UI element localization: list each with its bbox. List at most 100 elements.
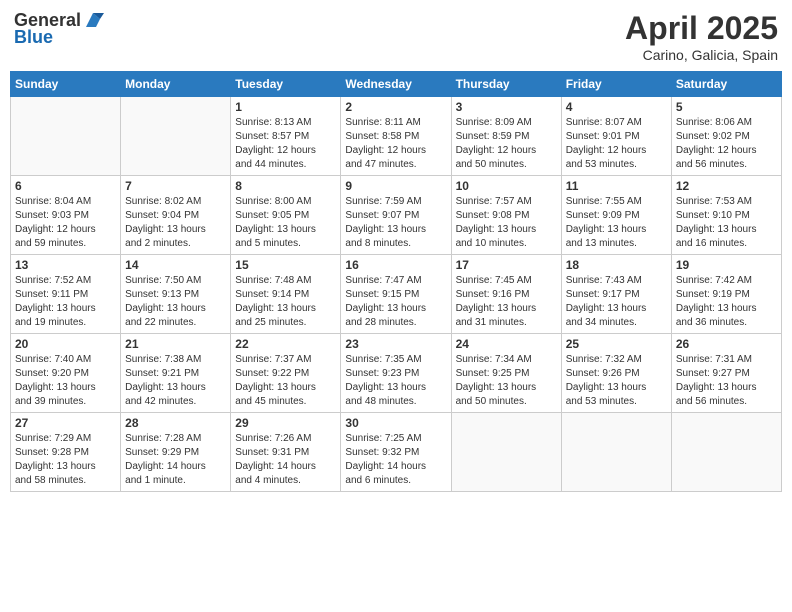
cell-text: Sunrise: 7:28 AM Sunset: 9:29 PM Dayligh… (125, 432, 226, 488)
day-number: 17 (456, 258, 557, 272)
month-year: April 2025 (625, 10, 778, 47)
weekday-header-monday: Monday (121, 72, 231, 97)
day-number: 9 (345, 179, 446, 193)
day-number: 2 (345, 100, 446, 114)
cell-text: Sunrise: 8:04 AM Sunset: 9:03 PM Dayligh… (15, 195, 116, 251)
cell-text: Sunrise: 7:29 AM Sunset: 9:28 PM Dayligh… (15, 432, 116, 488)
day-number: 22 (235, 337, 336, 351)
calendar-cell: 18Sunrise: 7:43 AM Sunset: 9:17 PM Dayli… (561, 255, 671, 334)
day-number: 23 (345, 337, 446, 351)
day-number: 6 (15, 179, 116, 193)
calendar-cell: 21Sunrise: 7:38 AM Sunset: 9:21 PM Dayli… (121, 334, 231, 413)
day-number: 11 (566, 179, 667, 193)
location: Carino, Galicia, Spain (625, 47, 778, 63)
day-number: 12 (676, 179, 777, 193)
calendar-cell: 2 Sunrise: 8:11 AM Sunset: 8:58 PM Daylig… (341, 97, 451, 176)
cell-text: Sunrise: 7:47 AM Sunset: 9:15 PM Dayligh… (345, 274, 446, 330)
title-block: April 2025 Carino, Galicia, Spain (625, 10, 778, 63)
logo: General Blue (14, 10, 104, 48)
day-number: 30 (345, 416, 446, 430)
day-number: 14 (125, 258, 226, 272)
day-number: 7 (125, 179, 226, 193)
cell-text: Sunrise: 7:53 AM Sunset: 9:10 PM Dayligh… (676, 195, 777, 251)
day-number: 27 (15, 416, 116, 430)
day-number: 4 (566, 100, 667, 114)
calendar-cell: 22Sunrise: 7:37 AM Sunset: 9:22 PM Dayli… (231, 334, 341, 413)
cell-text: Sunrise: 7:42 AM Sunset: 9:19 PM Dayligh… (676, 274, 777, 330)
calendar-cell: 20 Sunrise: 7:40 AM Sunset: 9:20 PM Dayli… (11, 334, 121, 413)
calendar-cell: 11 Sunrise: 7:55 AM Sunset: 9:09 PM Dayli… (561, 176, 671, 255)
day-number: 16 (345, 258, 446, 272)
cell-text: Sunrise: 7:55 AM Sunset: 9:09 PM Dayligh… (566, 195, 667, 251)
cell-text: Sunrise: 8:00 AM Sunset: 9:05 PM Dayligh… (235, 195, 336, 251)
weekday-header-thursday: Thursday (451, 72, 561, 97)
cell-text: Sunrise: 7:52 AM Sunset: 9:11 PM Dayligh… (15, 274, 116, 330)
cell-text: Sunrise: 8:02 AM Sunset: 9:04 PM Dayligh… (125, 195, 226, 251)
cell-text: Sunrise: 7:45 AM Sunset: 9:16 PM Dayligh… (456, 274, 557, 330)
calendar-cell: 17 Sunrise: 7:45 AM Sunset: 9:16 PM Dayli… (451, 255, 561, 334)
day-number: 20 (15, 337, 116, 351)
page-header: General Blue April 2025 Carino, Galicia,… (10, 10, 782, 63)
logo-blue: Blue (14, 27, 53, 48)
calendar-week-row: 1 Sunrise: 8:13 AM Sunset: 8:57 PM Daylig… (11, 97, 782, 176)
calendar-cell: 25 Sunrise: 7:32 AM Sunset: 9:26 PM Dayli… (561, 334, 671, 413)
calendar-cell: 12 Sunrise: 7:53 AM Sunset: 9:10 PM Dayli… (671, 176, 781, 255)
calendar-cell (121, 97, 231, 176)
calendar-cell: 15 Sunrise: 7:48 AM Sunset: 9:14 PM Dayli… (231, 255, 341, 334)
day-number: 26 (676, 337, 777, 351)
calendar-cell: 27 Sunrise: 7:29 AM Sunset: 9:28 PM Dayli… (11, 413, 121, 492)
cell-text: Sunrise: 8:13 AM Sunset: 8:57 PM Dayligh… (235, 116, 336, 172)
calendar-week-row: 20 Sunrise: 7:40 AM Sunset: 9:20 PM Dayli… (11, 334, 782, 413)
weekday-header-tuesday: Tuesday (231, 72, 341, 97)
cell-text: Sunrise: 7:34 AM Sunset: 9:25 PM Dayligh… (456, 353, 557, 409)
calendar-cell: 9 Sunrise: 7:59 AM Sunset: 9:07 PM Daylig… (341, 176, 451, 255)
calendar-header-row: SundayMondayTuesdayWednesdayThursdayFrid… (11, 72, 782, 97)
calendar-cell: 3Sunrise: 8:09 AM Sunset: 8:59 PM Daylig… (451, 97, 561, 176)
calendar-cell: 6 Sunrise: 8:04 AM Sunset: 9:03 PM Daylig… (11, 176, 121, 255)
calendar-week-row: 27 Sunrise: 7:29 AM Sunset: 9:28 PM Dayli… (11, 413, 782, 492)
calendar-cell: 13 Sunrise: 7:52 AM Sunset: 9:11 PM Dayli… (11, 255, 121, 334)
cell-text: Sunrise: 7:48 AM Sunset: 9:14 PM Dayligh… (235, 274, 336, 330)
weekday-header-friday: Friday (561, 72, 671, 97)
day-number: 1 (235, 100, 336, 114)
calendar-cell (11, 97, 121, 176)
day-number: 25 (566, 337, 667, 351)
calendar-table: SundayMondayTuesdayWednesdayThursdayFrid… (10, 71, 782, 492)
cell-text: Sunrise: 8:11 AM Sunset: 8:58 PM Dayligh… (345, 116, 446, 172)
calendar-cell: 24Sunrise: 7:34 AM Sunset: 9:25 PM Dayli… (451, 334, 561, 413)
day-number: 13 (15, 258, 116, 272)
weekday-header-wednesday: Wednesday (341, 72, 451, 97)
cell-text: Sunrise: 7:59 AM Sunset: 9:07 PM Dayligh… (345, 195, 446, 251)
calendar-cell (671, 413, 781, 492)
calendar-cell: 28Sunrise: 7:28 AM Sunset: 9:29 PM Dayli… (121, 413, 231, 492)
calendar-cell: 5Sunrise: 8:06 AM Sunset: 9:02 PM Daylig… (671, 97, 781, 176)
calendar-week-row: 6 Sunrise: 8:04 AM Sunset: 9:03 PM Daylig… (11, 176, 782, 255)
day-number: 21 (125, 337, 226, 351)
day-number: 19 (676, 258, 777, 272)
weekday-header-sunday: Sunday (11, 72, 121, 97)
day-number: 29 (235, 416, 336, 430)
calendar-cell: 19 Sunrise: 7:42 AM Sunset: 9:19 PM Dayli… (671, 255, 781, 334)
weekday-header-saturday: Saturday (671, 72, 781, 97)
cell-text: Sunrise: 7:25 AM Sunset: 9:32 PM Dayligh… (345, 432, 446, 488)
cell-text: Sunrise: 7:32 AM Sunset: 9:26 PM Dayligh… (566, 353, 667, 409)
calendar-cell: 30 Sunrise: 7:25 AM Sunset: 9:32 PM Dayli… (341, 413, 451, 492)
cell-text: Sunrise: 7:40 AM Sunset: 9:20 PM Dayligh… (15, 353, 116, 409)
day-number: 10 (456, 179, 557, 193)
cell-text: Sunrise: 7:26 AM Sunset: 9:31 PM Dayligh… (235, 432, 336, 488)
calendar-week-row: 13 Sunrise: 7:52 AM Sunset: 9:11 PM Dayli… (11, 255, 782, 334)
day-number: 18 (566, 258, 667, 272)
cell-text: Sunrise: 7:50 AM Sunset: 9:13 PM Dayligh… (125, 274, 226, 330)
cell-text: Sunrise: 7:57 AM Sunset: 9:08 PM Dayligh… (456, 195, 557, 251)
calendar-cell: 1 Sunrise: 8:13 AM Sunset: 8:57 PM Daylig… (231, 97, 341, 176)
calendar-cell: 4Sunrise: 8:07 AM Sunset: 9:01 PM Daylig… (561, 97, 671, 176)
day-number: 15 (235, 258, 336, 272)
day-number: 8 (235, 179, 336, 193)
calendar-cell: 10 Sunrise: 7:57 AM Sunset: 9:08 PM Dayli… (451, 176, 561, 255)
calendar-cell: 16 Sunrise: 7:47 AM Sunset: 9:15 PM Dayli… (341, 255, 451, 334)
logo-icon (82, 9, 104, 31)
day-number: 5 (676, 100, 777, 114)
calendar-cell: 23 Sunrise: 7:35 AM Sunset: 9:23 PM Dayli… (341, 334, 451, 413)
cell-text: Sunrise: 7:35 AM Sunset: 9:23 PM Dayligh… (345, 353, 446, 409)
calendar-cell (451, 413, 561, 492)
